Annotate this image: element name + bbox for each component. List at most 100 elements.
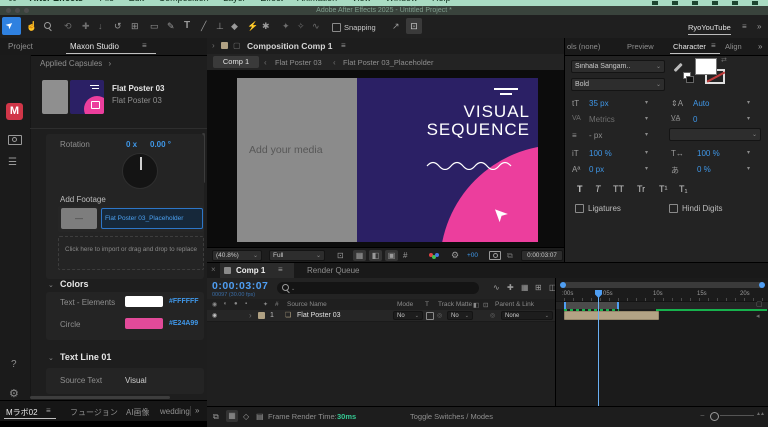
faux-italic-button[interactable]: T bbox=[595, 184, 601, 194]
tab-project[interactable]: Project bbox=[8, 42, 33, 51]
motion-blur-icon[interactable]: ⊞ bbox=[535, 283, 542, 292]
pen-tool[interactable]: ✎ bbox=[167, 21, 175, 32]
show-snapshot-icon[interactable]: ⧉ bbox=[507, 251, 513, 261]
preview-timecode[interactable]: 0:00:03:07 bbox=[521, 250, 563, 261]
grid-guides-button[interactable]: ⊡ bbox=[406, 18, 422, 34]
rotation-tool[interactable]: ↺ bbox=[114, 21, 122, 32]
zoom-tool[interactable] bbox=[44, 22, 51, 31]
maxon-logo[interactable]: M bbox=[6, 103, 23, 120]
layer-row[interactable]: ◉ › 1 ❏ Flat Poster 03 No ⌄ ◎ No ⌄ ◎ Non… bbox=[207, 310, 555, 322]
pan-behind-tool[interactable]: ⊞ bbox=[131, 21, 139, 32]
snapshot-camera-icon[interactable] bbox=[489, 251, 501, 262]
tab-fusion[interactable]: フュージョン bbox=[70, 407, 118, 418]
color-swatch-white[interactable] bbox=[125, 296, 163, 307]
video-icon[interactable] bbox=[8, 135, 22, 147]
superscript-button[interactable]: T¹ bbox=[659, 184, 668, 194]
rulers-icon[interactable]: # bbox=[403, 251, 407, 260]
crumb-flat-poster[interactable]: Flat Poster 03 bbox=[275, 58, 322, 67]
navigator-end-handle[interactable] bbox=[759, 282, 765, 288]
baseline-shift-value[interactable]: 0 px bbox=[589, 165, 604, 174]
rotation-turns-value[interactable]: 0 x bbox=[126, 140, 137, 149]
crumb-comp1[interactable]: Comp 1 bbox=[213, 56, 259, 68]
t-switch-checkbox[interactable] bbox=[426, 312, 434, 320]
time-ruler[interactable]: :00s 05s 10s 15s 20s bbox=[556, 290, 768, 302]
render-preview-icon[interactable]: ⧉ bbox=[213, 412, 219, 422]
comp-panel-title[interactable]: Composition Comp 1 bbox=[247, 41, 332, 51]
vertical-scale-value[interactable]: 100 % bbox=[589, 149, 612, 158]
frame-blending-icon[interactable]: ▦ bbox=[521, 283, 529, 292]
baseline-shift-dropdown-icon[interactable]: ▾ bbox=[645, 165, 648, 172]
parent-link-dropdown[interactable]: None ⌄ bbox=[501, 311, 553, 320]
comp-marker-icon[interactable]: ▢ bbox=[756, 300, 763, 308]
grid-icon[interactable]: ▦ bbox=[353, 250, 366, 261]
tab-align[interactable]: Align bbox=[725, 42, 742, 51]
tsume-value[interactable]: 0 % bbox=[697, 165, 711, 174]
traffic-light-minimize[interactable] bbox=[15, 8, 20, 13]
dolly-camera-tool[interactable]: ↓ bbox=[98, 21, 103, 31]
tab-character[interactable]: Character bbox=[673, 42, 706, 51]
traffic-light-close[interactable] bbox=[6, 8, 11, 13]
placeholder-row[interactable]: — Flat Poster 03_Placeholder bbox=[58, 206, 204, 232]
tab-mlab02[interactable]: Mラボ02 bbox=[6, 407, 38, 418]
textline-section-title[interactable]: Text Line 01 bbox=[60, 352, 111, 362]
rectangle-tool[interactable]: ▭ bbox=[150, 21, 159, 32]
char-panel-menu-icon[interactable]: ≡ bbox=[711, 41, 716, 50]
poster-design-region[interactable]: VISUAL SEQUENCE ➤ bbox=[357, 78, 538, 242]
source-name-column[interactable]: Source Name bbox=[287, 301, 327, 308]
comp-panel-menu-icon[interactable]: ≡ bbox=[341, 41, 346, 50]
layer-expander-icon[interactable]: › bbox=[249, 311, 252, 320]
motion-blur-toggle-icon[interactable]: ◇ bbox=[243, 412, 249, 421]
menu-item-edit[interactable]: Edit bbox=[129, 0, 145, 3]
track-matte-dropdown[interactable]: No ⌄ bbox=[447, 311, 473, 320]
drop-zone[interactable]: Click here to import or drag and drop to… bbox=[58, 236, 204, 270]
stroke-style-dropdown[interactable]: ⌄ bbox=[669, 128, 761, 141]
breadcrumb[interactable]: Applied Capsules › bbox=[40, 59, 111, 68]
mask-pucker-icon[interactable]: ✧ bbox=[297, 21, 305, 32]
comp-header-chevron-icon[interactable]: › bbox=[212, 41, 215, 50]
char-tabs-overflow-icon[interactable]: » bbox=[758, 42, 762, 51]
hand-tool[interactable]: ☝ bbox=[26, 21, 37, 32]
mlab02-menu-icon[interactable]: ≡ bbox=[46, 406, 51, 415]
parent-pickwhip-icon[interactable]: ◎ bbox=[490, 312, 495, 319]
ligatures-checkbox[interactable] bbox=[575, 204, 584, 213]
time-navigator-track[interactable] bbox=[561, 282, 764, 288]
horizontal-scale-value[interactable]: 100 % bbox=[697, 149, 720, 158]
orbit-camera-tool[interactable]: ⟲ bbox=[64, 21, 72, 32]
timeline-zoom-track[interactable] bbox=[720, 415, 754, 416]
source-text-value[interactable]: Visual bbox=[125, 376, 147, 385]
tsume-dropdown-icon[interactable]: ▾ bbox=[747, 165, 750, 172]
subscript-button[interactable]: T₁ bbox=[679, 184, 688, 194]
brush-tool[interactable]: ╱ bbox=[201, 21, 206, 32]
comp-viewer[interactable]: Add your media VISUAL SEQUENCE ➤ bbox=[207, 70, 564, 247]
layer-eye-icon[interactable]: ◉ bbox=[212, 312, 217, 319]
parent-link-column[interactable]: Parent & Link bbox=[495, 301, 534, 308]
horizontal-scale-dropdown-icon[interactable]: ▾ bbox=[747, 149, 750, 156]
menu-item-layer[interactable]: Layer bbox=[223, 0, 246, 3]
kerning-dropdown-icon[interactable]: ▾ bbox=[645, 115, 648, 122]
menu-item-composition[interactable]: Composition bbox=[159, 0, 209, 3]
type-tool[interactable]: T bbox=[184, 20, 190, 31]
workspace-label[interactable]: RyoYouTube bbox=[688, 23, 731, 35]
menu-item-window[interactable]: Window bbox=[385, 0, 417, 3]
composition-mini-flowchart-icon[interactable]: ∿ bbox=[493, 283, 500, 292]
tab-maxon-studio[interactable]: Maxon Studio bbox=[70, 42, 119, 51]
layer-duration-bar[interactable] bbox=[564, 311, 659, 320]
tracking-dropdown-icon[interactable]: ▾ bbox=[747, 115, 750, 122]
left-hscrollbar[interactable] bbox=[30, 396, 170, 399]
poster-media-region[interactable]: Add your media bbox=[237, 78, 357, 242]
font-size-value[interactable]: 35 px bbox=[589, 99, 609, 108]
workspace-overflow-icon[interactable]: » bbox=[757, 22, 761, 31]
font-size-dropdown-icon[interactable]: ▾ bbox=[645, 99, 648, 106]
fill-color-swatch[interactable] bbox=[695, 58, 717, 75]
menu-item-effect[interactable]: Effect bbox=[260, 0, 283, 3]
zoom-in-mountains-icon[interactable]: ▲▲ bbox=[756, 411, 765, 417]
help-icon[interactable]: ? bbox=[11, 359, 17, 370]
leading-value[interactable]: Auto bbox=[693, 99, 709, 108]
menu-item-app[interactable]: After Effects bbox=[30, 0, 84, 3]
faux-bold-button[interactable]: T bbox=[577, 184, 583, 194]
workspace-menu-icon[interactable]: ≡ bbox=[742, 22, 747, 31]
timeline-search-box[interactable]: ⌄ bbox=[277, 282, 479, 294]
puppet-pin-tool[interactable]: ✱ bbox=[262, 21, 270, 32]
guides-icon[interactable]: ▣ bbox=[385, 250, 398, 261]
pan-camera-tool[interactable]: ✚ bbox=[82, 21, 90, 32]
